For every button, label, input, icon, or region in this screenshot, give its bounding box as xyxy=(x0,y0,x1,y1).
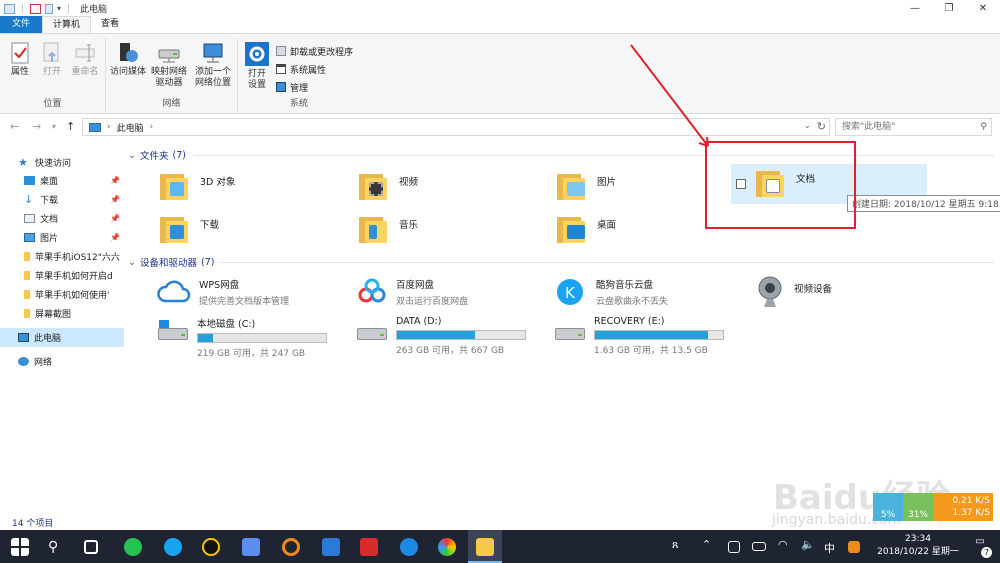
taskbar: ⚲ ጸ ⌃ ◠ 🔈 中 23:34 2018/10/22 星期一 ▭ 7 xyxy=(0,530,1000,563)
windows-start-icon[interactable] xyxy=(11,538,29,556)
orange-app-icon[interactable] xyxy=(282,538,300,556)
kugou-icon[interactable] xyxy=(164,538,182,556)
clock[interactable]: 23:34 2018/10/22 星期一 xyxy=(868,533,968,559)
wifi-icon[interactable]: ◠ xyxy=(778,538,796,556)
notification-badge: 7 xyxy=(981,547,992,558)
file-explorer-icon[interactable] xyxy=(476,538,494,556)
feishu-icon[interactable] xyxy=(242,538,260,556)
ie-browser-icon[interactable] xyxy=(400,538,418,556)
qq-icon[interactable] xyxy=(202,538,220,556)
red-app-icon[interactable] xyxy=(360,538,378,556)
net-speed: 0.21 K/S 1.37 K/S xyxy=(933,493,993,521)
ime-indicator[interactable]: 中 xyxy=(824,540,842,558)
tray-app-icon[interactable] xyxy=(728,541,740,553)
notification-icon: ▭ xyxy=(975,536,985,547)
volume-icon[interactable]: 🔈 xyxy=(801,538,819,556)
ime-app-icon[interactable] xyxy=(848,541,860,553)
network-monitor[interactable]: 5% 31% 0.21 K/S 1.37 K/S xyxy=(873,493,993,521)
search-icon[interactable]: ⚲ xyxy=(48,538,66,556)
download-speed: 0.21 K/S xyxy=(952,496,990,506)
task-view-icon[interactable] xyxy=(84,540,98,554)
action-center-button[interactable]: ▭ 7 xyxy=(970,536,992,558)
item-count: 14 个项目 xyxy=(12,519,54,529)
battery-icon[interactable] xyxy=(752,542,766,551)
color-app-icon[interactable] xyxy=(438,538,456,556)
time: 23:34 xyxy=(905,534,931,544)
date: 2018/10/22 星期一 xyxy=(877,547,959,557)
cpu-usage: 5% xyxy=(873,493,903,521)
wechat-icon[interactable] xyxy=(124,538,142,556)
annotation-box xyxy=(705,141,856,229)
memory-usage: 31% xyxy=(903,493,933,521)
office-app-icon[interactable] xyxy=(322,538,340,556)
upload-speed: 1.37 K/S xyxy=(952,508,990,518)
chevron-up-icon[interactable]: ⌃ xyxy=(702,538,720,556)
people-icon[interactable]: ጸ xyxy=(672,538,690,556)
